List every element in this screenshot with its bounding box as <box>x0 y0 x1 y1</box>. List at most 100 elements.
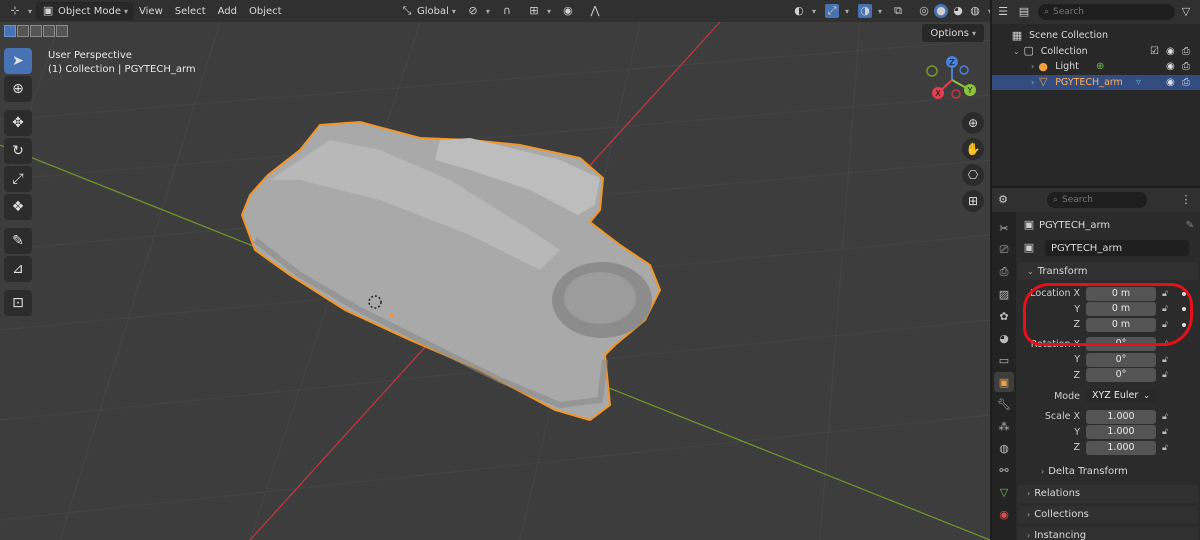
zoom-button[interactable]: ⊕ <box>962 112 984 134</box>
move-tool[interactable]: ✥ <box>4 110 32 136</box>
orientation-dropdown[interactable]: ⤡ Global ▾ <box>396 2 460 20</box>
outliner-search-input[interactable]: ⌕ Search <box>1038 4 1175 20</box>
collection-tab[interactable]: ▭ <box>994 350 1014 370</box>
filter-icon[interactable]: ▽ <box>1179 5 1193 19</box>
location-y-field[interactable]: 0 m <box>1086 302 1156 317</box>
material-tab[interactable]: ◉ <box>994 504 1014 524</box>
camera-icon[interactable]: ⎙ <box>1182 61 1190 72</box>
select-extend-icon[interactable] <box>17 25 29 37</box>
shading-modes[interactable]: ◎ ● ◕ ◍ ▾ <box>913 2 990 20</box>
mode-dropdown[interactable]: ▣ Object Mode ▾ <box>36 2 134 20</box>
rotation-z-field[interactable]: 0° <box>1086 368 1156 383</box>
physics-tab[interactable]: ◍ <box>994 438 1014 458</box>
instancing-panel-header[interactable]: › Instancing <box>1018 526 1198 540</box>
scale-z-field[interactable]: 1.000 <box>1086 440 1156 455</box>
checkbox-icon[interactable]: ☑ <box>1150 46 1159 57</box>
object-type-icon[interactable]: ▣ <box>1022 241 1036 255</box>
lock-icon[interactable]: 🔓︎ <box>1162 320 1168 330</box>
object-tab[interactable]: ▣ <box>994 372 1014 392</box>
location-x-field[interactable]: 0 m <box>1086 286 1156 301</box>
select-new-icon[interactable] <box>4 25 16 37</box>
keyframe-dot-icon[interactable] <box>1182 291 1186 296</box>
scene-tab[interactable]: ✿ <box>994 306 1014 326</box>
menu-object[interactable]: Object <box>243 2 288 20</box>
eye-icon[interactable]: ◉ <box>1166 61 1175 72</box>
camera-icon[interactable]: ⎙ <box>1182 46 1190 57</box>
properties-search-input[interactable]: ⌕ Search <box>1047 192 1147 208</box>
menu-view[interactable]: View <box>133 2 169 20</box>
relations-panel-header[interactable]: › Relations <box>1018 484 1198 503</box>
lock-icon[interactable]: 🔓︎ <box>1162 370 1168 380</box>
scale-y-field[interactable]: 1.000 <box>1086 425 1156 440</box>
select-intersect-icon[interactable] <box>56 25 68 37</box>
cursor-tool[interactable]: ⊕ <box>4 76 32 102</box>
properties-editor-icon[interactable]: ⚙ <box>996 193 1010 207</box>
location-z-field[interactable]: 0 m <box>1086 317 1156 332</box>
world-tab[interactable]: ◕ <box>994 328 1014 348</box>
falloff-dropdown[interactable]: ⋀ <box>584 2 609 20</box>
measure-tool[interactable]: ⊿ <box>4 256 32 282</box>
data-tab[interactable]: ▽ <box>994 482 1014 502</box>
select-subtract-icon[interactable] <box>30 25 42 37</box>
pgytech-arm-mesh[interactable] <box>240 120 662 422</box>
annotate-tool[interactable]: ✎ <box>4 228 32 254</box>
camera-icon[interactable]: ⎙ <box>1182 77 1190 88</box>
camera-view-button[interactable]: ⎔ <box>962 164 984 186</box>
eye-icon[interactable]: ◉ <box>1166 77 1175 88</box>
editor-type-button[interactable]: ⊹ ▾ <box>4 2 36 20</box>
visibility-dropdown[interactable]: ◐ ▾ <box>788 2 820 20</box>
transform-panel-header[interactable]: ⌄ Transform <box>1018 262 1198 280</box>
view-layer-tab[interactable]: ▨ <box>994 284 1014 304</box>
object-name-field[interactable]: PGYTECH_arm <box>1045 240 1189 256</box>
tree-row-scene-collection[interactable]: ▦ Scene Collection <box>992 28 1200 44</box>
xray-toggle[interactable]: ⧉ <box>887 2 912 20</box>
pan-button[interactable]: ✋ <box>962 138 984 160</box>
keyframe-dot-icon[interactable] <box>1182 322 1186 327</box>
pivot-dropdown[interactable]: ⊘ ▾ <box>462 2 494 20</box>
lock-icon[interactable]: 🔓︎ <box>1162 304 1168 314</box>
lock-icon[interactable]: 🔓︎ <box>1162 427 1168 437</box>
tool-tab[interactable]: ✂ <box>994 218 1014 238</box>
options-button[interactable]: Options ▾ <box>922 24 984 42</box>
constraints-tab[interactable]: ⚯ <box>994 460 1014 480</box>
collections-panel-header[interactable]: › Collections <box>1018 505 1198 524</box>
output-tab[interactable]: ⎙ <box>994 262 1014 282</box>
rotation-y-field[interactable]: 0° <box>1086 352 1156 367</box>
lock-icon[interactable]: 🔓︎ <box>1162 443 1168 453</box>
outliner-editor-icon[interactable]: ☰ <box>996 5 1010 19</box>
transform-tool[interactable]: ❖ <box>4 194 32 220</box>
rotation-x-field[interactable]: 0° <box>1086 337 1156 352</box>
lock-icon[interactable]: 🔓︎ <box>1162 289 1168 299</box>
snap-toggle[interactable]: ∩ <box>496 2 521 20</box>
menu-add[interactable]: Add <box>212 2 243 20</box>
lock-icon[interactable]: 🔓︎ <box>1162 355 1168 365</box>
tree-row-pgytech-arm[interactable]: › ▽ PGYTECH_arm ▿ ◉ ⎙ <box>992 74 1200 90</box>
lock-icon[interactable]: 🔓︎ <box>1162 412 1168 422</box>
rotation-mode-dropdown[interactable]: XYZ Euler ⌄ <box>1086 389 1156 403</box>
snap-target-dropdown[interactable]: ⊞ ▾ <box>523 2 555 20</box>
scale-x-field[interactable]: 1.000 <box>1086 409 1156 424</box>
ortho-toggle-button[interactable]: ⊞ <box>962 190 984 212</box>
navigation-gizmo[interactable]: Z Y X <box>918 50 982 114</box>
pin-icon[interactable]: ✎ <box>1186 220 1194 231</box>
menu-select[interactable]: Select <box>169 2 212 20</box>
options-icon[interactable]: ⋮ <box>1179 193 1193 207</box>
overlay-toggle[interactable]: ◑ ▾ <box>854 2 886 20</box>
proportional-edit-toggle[interactable]: ◉ <box>557 2 582 20</box>
3d-viewport[interactable]: ⊹ ▾ ▣ Object Mode ▾ View Select Add Object … <box>0 0 990 540</box>
keyframe-dot-icon[interactable] <box>1182 307 1186 312</box>
tree-row-light[interactable]: › ● Light ⊕ ◉ ⎙ <box>992 59 1200 75</box>
add-cube-tool[interactable]: ⊡ <box>4 290 32 316</box>
delta-transform-subpanel[interactable]: › Delta Transform <box>1018 462 1198 482</box>
gizmo-toggle[interactable]: ⤢ ▾ <box>821 2 853 20</box>
display-mode-icon[interactable]: ▤ <box>1017 5 1031 19</box>
select-invert-icon[interactable] <box>43 25 55 37</box>
select-box-tool[interactable]: ➤ <box>4 48 32 74</box>
modifier-tab[interactable]: 🔧︎ <box>994 394 1014 414</box>
lock-icon[interactable]: 🔓︎ <box>1162 339 1168 349</box>
tree-row-collection[interactable]: ⌄ ▢ Collection ☑ ◉ ⎙ <box>992 44 1200 60</box>
rotate-tool[interactable]: ↻ <box>4 138 32 164</box>
scale-tool[interactable]: ⤢ <box>4 166 32 192</box>
render-tab[interactable]: ⎚ <box>994 240 1014 260</box>
eye-icon[interactable]: ◉ <box>1166 46 1175 57</box>
